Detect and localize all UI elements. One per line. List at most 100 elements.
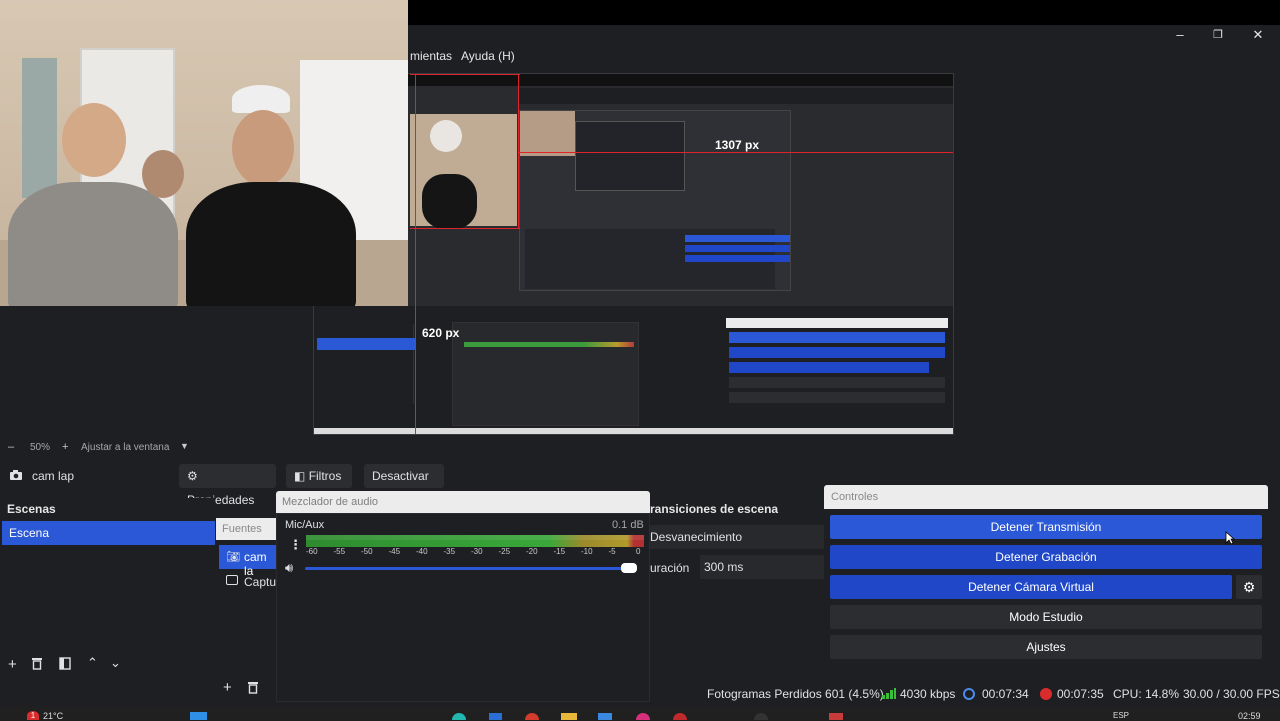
gear-icon: ⚙ — [187, 469, 198, 483]
language-indicator[interactable]: ESP — [1113, 711, 1129, 720]
source-item-capture[interactable]: Captur — [219, 570, 280, 594]
nested-screen — [575, 121, 685, 191]
meter-tick-label: -30 — [471, 547, 483, 556]
zoom-bar — [0, 440, 1280, 456]
signal-icon — [882, 688, 896, 699]
preview-canvas[interactable]: 1307 px 620 px — [313, 73, 954, 435]
cpu-usage: CPU: 14.8% — [1113, 687, 1180, 701]
source-item-cam[interactable]: 📷︎ cam la — [219, 545, 276, 578]
selected-source-name: cam lap — [32, 469, 75, 483]
stop-virtual-camera-button[interactable]: Detener Cámara Virtual — [830, 575, 1232, 599]
sources-title: Fuentes — [216, 518, 278, 540]
mixer-db-value: 0.1 dB — [612, 519, 644, 531]
scene-item[interactable]: Escena — [2, 521, 215, 545]
audio-meter-peak — [306, 535, 644, 540]
volume-slider-track[interactable] — [305, 567, 637, 570]
filters-label: Filtros — [308, 469, 342, 483]
nested-webcam — [520, 111, 575, 156]
stop-record-button[interactable]: Detener Grabación — [830, 545, 1262, 569]
cap — [232, 85, 290, 113]
meter-tick-label: -40 — [416, 547, 428, 556]
windows-start-icon[interactable] — [190, 712, 207, 720]
measure-height-label: 620 px — [422, 326, 460, 340]
mouse-cursor — [1225, 531, 1236, 545]
duration-value: 300 ms — [704, 560, 744, 574]
person-right — [232, 110, 294, 186]
meter-tick-label: -20 — [526, 547, 538, 556]
volume-slider-handle[interactable] — [621, 563, 637, 573]
nested-docks — [525, 229, 790, 289]
obs-taskbar-icon[interactable] — [754, 713, 768, 720]
shirt-left — [8, 182, 178, 306]
taskbar-app-icon[interactable] — [829, 713, 843, 720]
fit-to-window[interactable]: Ajustar a la ventana — [81, 442, 169, 453]
meter-tick-label: -50 — [361, 547, 373, 556]
taskbar-app-icon[interactable] — [525, 713, 539, 720]
guide-right — [518, 74, 519, 229]
menu-help[interactable]: Ayuda (H) — [461, 49, 515, 63]
maximize-button[interactable]: ❐ — [1199, 25, 1237, 45]
menu-bar — [408, 45, 1280, 67]
monitor-icon — [226, 575, 238, 585]
transitions-title: ransiciones de escena — [650, 502, 779, 516]
person-left — [62, 103, 126, 177]
duration-input[interactable]: 300 ms — [700, 555, 824, 579]
stop-stream-button[interactable]: Detener Transmisión — [830, 515, 1262, 539]
trash-icon[interactable] — [31, 657, 43, 670]
scenes-title: Escenas — [7, 502, 56, 516]
taskbar-app-icon[interactable] — [598, 713, 612, 720]
camera-icon: 📷︎ — [226, 551, 240, 563]
speaker-icon[interactable]: 🔊︎ — [285, 560, 293, 576]
nested-cam — [410, 114, 517, 229]
zoom-in-button[interactable]: + — [62, 441, 68, 453]
virtual-camera-settings-button[interactable]: ⚙ — [1236, 575, 1262, 599]
nested-taskbar — [314, 428, 953, 434]
webcam-source[interactable] — [0, 0, 408, 306]
taskbar-app-icon[interactable] — [489, 713, 502, 720]
taskbar-app-icon[interactable] — [673, 713, 687, 720]
trash-icon[interactable] — [247, 681, 259, 694]
bitrate: 4030 kbps — [900, 687, 956, 701]
chevron-down-icon[interactable]: ⌄ — [110, 655, 121, 671]
meter-tick-label: -25 — [498, 547, 511, 556]
stream-icon — [963, 688, 975, 700]
meter-tick-label: -15 — [553, 547, 566, 556]
filter-icon: ◧ — [294, 469, 306, 483]
meter-tick-label: -35 — [443, 547, 456, 556]
taskbar-app-icon[interactable] — [561, 713, 577, 720]
close-button[interactable]: ✕ — [1239, 25, 1277, 45]
shirt-right — [186, 182, 356, 306]
filter-icon[interactable] — [59, 657, 71, 670]
properties-button[interactable]: ⚙ Propiedades — [179, 464, 276, 507]
person-middle — [142, 150, 184, 198]
gear-icon: ⚙ — [1242, 579, 1256, 595]
deactivate-button[interactable]: Desactivar — [364, 464, 444, 488]
add-source-button[interactable]: + — [223, 679, 232, 696]
transition-type-select[interactable]: Desvanecimiento — [650, 525, 824, 549]
meter-ticks: -60 -55 -50 -45 -40 -35 -30 -25 -20 -15 -10 -5 0 — [306, 547, 644, 559]
minimize-button[interactable]: – — [1161, 25, 1199, 45]
taskbar-app-icon[interactable] — [636, 713, 650, 720]
notification-badge: 1 — [27, 711, 39, 720]
settings-button[interactable]: Ajustes — [830, 635, 1262, 659]
meter-tick-label: -60 — [306, 547, 318, 556]
menu-tools[interactable]: mientas — [410, 49, 452, 63]
mixer-channel-name: Mic/Aux — [285, 519, 325, 531]
guide-top — [410, 74, 520, 75]
zoom-out-button[interactable]: – — [8, 441, 14, 453]
studio-mode-button[interactable]: Modo Estudio — [830, 605, 1262, 629]
source-item-label: Captur — [244, 575, 281, 589]
meter-tick-label: -10 — [581, 547, 593, 556]
fps: 30.00 / 30.00 FPS — [1183, 687, 1280, 701]
more-options-icon[interactable]: ⋮ — [289, 537, 302, 553]
nested-bottom-docks — [314, 306, 953, 434]
chevron-up-icon[interactable]: ⌃ — [87, 655, 98, 671]
chevron-down-icon[interactable]: ▼ — [180, 441, 189, 451]
add-scene-button[interactable]: + — [8, 656, 17, 673]
filters-button[interactable]: ◧ Filtros — [286, 464, 352, 488]
record-time: 00:07:35 — [1057, 687, 1104, 701]
mixer-title: Mezclador de audio — [276, 491, 650, 513]
nested-menubar — [519, 88, 953, 104]
taskbar-app-icon[interactable] — [452, 713, 466, 720]
duration-label: uración — [650, 561, 690, 575]
